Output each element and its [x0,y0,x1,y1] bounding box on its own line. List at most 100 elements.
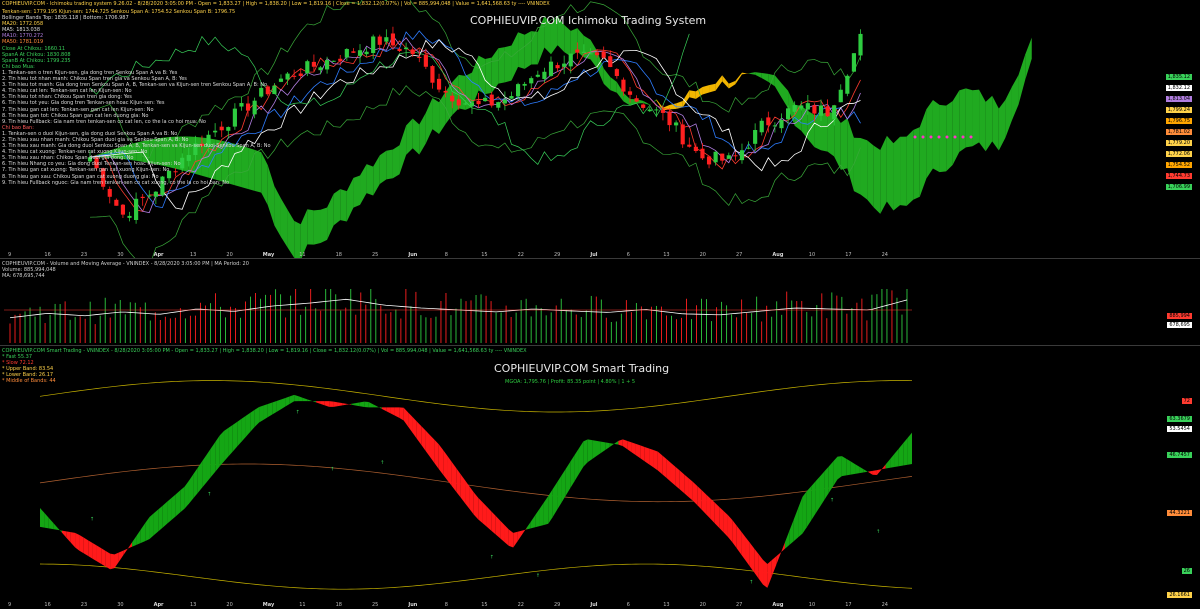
ribbon-segment [670,462,676,486]
ribbon-segment [342,403,347,406]
candle-body [832,105,837,120]
smart-trading-pane[interactable]: ↑ ↑ ↑ ↑ ↑ ↑ ↑ ↑ ↑ ↑ COPHIEUVIP.COM Smart Trading … [0,346,1200,609]
kumo-segment [959,88,966,152]
kumo-segment [985,95,993,152]
ribbon-segment [530,515,536,529]
kumo-segment [280,198,288,248]
date-label: 17 [845,602,852,608]
oscillator-label: 26 [1181,568,1192,574]
ribbon-segment [259,405,264,423]
ribbon-segment [684,474,689,497]
candle-body [305,61,310,74]
ichimoku-pane[interactable]: COPHIEUVIP.COM - Ichimoku trading system… [0,0,1200,258]
ribbon-segment [224,427,229,462]
kumo-segment [926,100,933,179]
kumo-segment [998,99,1006,151]
date-label: 11 [299,602,306,608]
ribbon-segment [110,553,115,570]
ribbon-segment [811,481,816,521]
ribbon-segment [123,548,128,556]
candle-body [706,156,712,165]
ribbon-segment [456,468,461,498]
upper-band-line [39,380,913,413]
candle-body [845,75,850,94]
candle-body [739,150,745,161]
smart-trading-chart[interactable]: ↑ ↑ ↑ ↑ ↑ ↑ ↑ ↑ ↑ ↑ [0,346,1200,609]
candle-body [515,84,521,97]
kumo-segment [333,189,341,226]
kumo-segment [432,97,440,135]
ribbon-segment [447,456,452,487]
kumo-segment [643,100,650,105]
buy-signal-arrow: ↑ [536,573,540,579]
ribbon-segment [140,523,146,543]
kumo-segment [399,125,407,175]
ribbon-segment [75,532,80,551]
buy-signal-arrow: ↑ [380,460,384,466]
smart-trading-title: COPHIEUVIP.COM Smart Trading [494,362,670,375]
ribbon-segment [132,535,137,547]
candle-body [654,109,659,111]
ribbon-segment [167,498,172,524]
candle-body [430,66,435,83]
ribbon-segment [289,394,295,404]
kumo-segment [406,118,413,155]
price-label: 1,772.06 [1165,151,1192,157]
kumo-segment [386,149,393,180]
info-line: 9. Tin hieu Fullback nguoc: Gia nam tren… [2,179,230,186]
ichimoku-title: COPHIEUVIP.COM Ichimoku Trading System [470,14,707,27]
ribbon-segment [846,458,851,476]
date-label: 16 [44,602,51,608]
ribbon-segment [640,445,645,462]
buy-signal-arrow: ↑ [330,466,334,472]
ribbon-segment [592,440,597,460]
forecast-dot [913,135,917,139]
ribbon-segment [758,554,764,585]
ribbon-segment [368,401,374,408]
candle-body [410,49,415,55]
date-label: 13 [190,602,197,608]
price-label: 1,779.20 [1165,140,1192,146]
ribbon-segment [710,498,715,524]
buy-signal-arrow: ↑ [749,579,753,585]
ribbon-segment [40,508,45,528]
indicator-line: * Middle of Bands: 44 [2,378,56,385]
candle-body [647,109,652,112]
candle-body [766,117,771,126]
candle-body [298,73,303,76]
candle-body [318,67,323,71]
kumo-segment [886,135,894,211]
candle-body [278,78,284,82]
candle-body [792,105,797,112]
ichimoku-info-panel: Tenkan-sen: 1779.195 Kijun-sen: 1744.725… [2,9,271,186]
kumo-segment [425,97,433,144]
ribbon-segment [118,550,124,562]
kumo-segment [774,75,782,98]
volume-pane[interactable]: COPHIEUVIP.COM - Volume and Moving Avera… [0,259,1200,345]
price-label: 1,799.24 [1165,107,1192,113]
ribbon-segment [719,506,724,533]
ribbon-segment [206,448,211,483]
ribbon-segment [863,469,869,473]
candle-body [575,49,580,53]
ribbon-segment [587,439,593,463]
kumo-segment [748,72,756,75]
candle-body [779,120,784,129]
candle-body [680,124,685,145]
ribbon-segment [627,440,632,453]
ribbon-segment [267,402,273,418]
kumo-segment [847,118,854,192]
price-label: 1,835.12 [1165,74,1192,80]
price-label: 1,706.99 [1165,184,1192,190]
ribbon-segment [508,529,514,548]
ribbon-segment [473,492,479,520]
ribbon-segment [850,461,856,475]
date-label: 18 [335,602,342,608]
ribbon-segment [434,439,439,470]
volume-chart[interactable] [0,259,1200,345]
candle-body [568,53,573,67]
kumo-segment [873,145,881,214]
kumo-segment [491,48,499,93]
ribbon-segment [394,407,400,418]
ribbon-segment [127,542,133,549]
